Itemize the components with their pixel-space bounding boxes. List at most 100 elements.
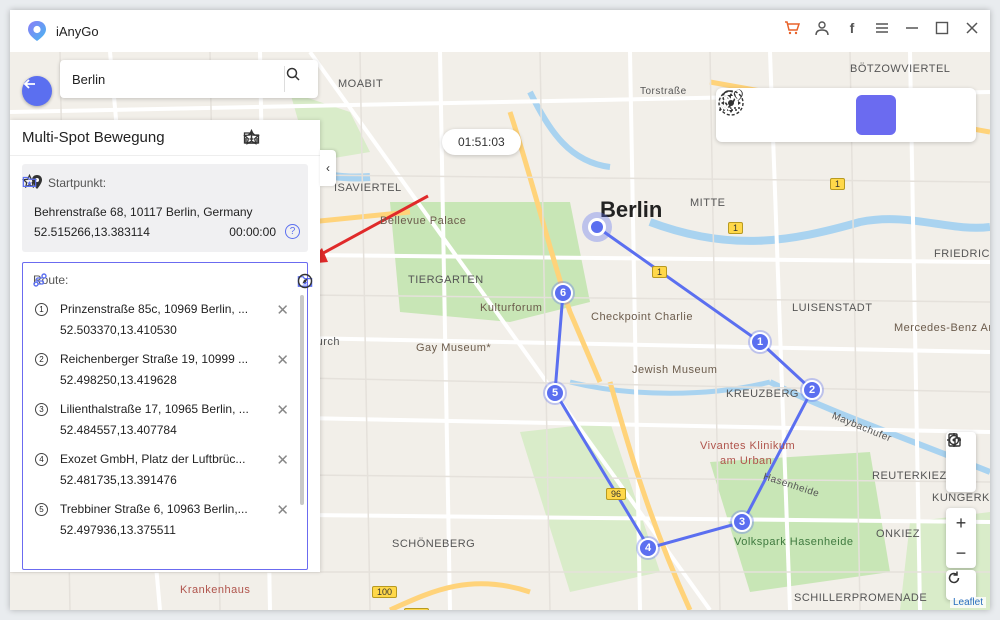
panel-title: Multi-Spot Bewegung <box>22 129 165 146</box>
maximize-icon[interactable] <box>934 20 950 36</box>
mode-toolbar <box>716 88 976 142</box>
remove-route-item-icon[interactable]: ✕ <box>276 501 289 519</box>
route-item-coords: 52.484557,13.407784 <box>60 423 177 437</box>
road-badge: 103 <box>404 608 430 610</box>
route-marker-4[interactable]: 4 <box>638 538 658 558</box>
map-label-vivantes: Vivantes Klinikum <box>700 440 796 452</box>
app-title: iAnyGo <box>56 23 99 39</box>
map-label-kulturforum: Kulturforum <box>480 302 543 314</box>
menu-icon[interactable] <box>874 20 890 36</box>
arrow-left-icon <box>23 79 35 89</box>
route-item-number: 2 <box>35 353 48 366</box>
route-marker-2[interactable]: 2 <box>802 380 822 400</box>
app-logo-icon <box>28 21 46 41</box>
road-badge: 1 <box>652 266 668 278</box>
map-label-torstrasse: Torstraße <box>640 86 687 97</box>
remove-route-item-icon[interactable]: ✕ <box>276 301 289 319</box>
remove-route-item-icon[interactable]: ✕ <box>276 451 289 469</box>
minimize-icon[interactable] <box>904 20 920 36</box>
map-label-botzowviertel: BÖTZOWVIERTEL <box>850 63 951 75</box>
back-button[interactable] <box>22 76 52 106</box>
start-point-label: Startpunkt: <box>48 176 107 190</box>
two-spot-mode-button[interactable] <box>719 89 836 135</box>
route-item-address: Prinzenstraße 85c, 10969 Berlin, ... <box>60 302 249 316</box>
map-label-friedrichshain: FRIEDRICH <box>934 248 990 260</box>
help-icon[interactable]: ? <box>285 224 300 239</box>
remove-route-item-icon[interactable]: ✕ <box>276 401 289 419</box>
map-label-schillerpromenade: SCHILLERPROMENADE <box>794 592 928 604</box>
route-item-address: Exozet GmbH, Platz der Luftbrüc... <box>60 452 246 466</box>
road-badge: 1 <box>728 222 744 234</box>
leaflet-attribution-link[interactable]: Leaflet <box>949 597 986 608</box>
road-badge: 100 <box>372 586 398 598</box>
route-item-address: Trebbiner Straße 6, 10963 Berlin,... <box>60 502 248 516</box>
map-label-schoneberg: SCHÖNEBERG <box>392 538 476 550</box>
zoom-in-button[interactable]: + <box>946 508 976 538</box>
map-label-krankenhaus: Krankenhaus <box>180 584 251 596</box>
locate-icon[interactable] <box>946 433 976 492</box>
folder-star-icon[interactable] <box>22 174 37 189</box>
route-list-item[interactable]: 3 Lilienthalstraße 17, 10965 Berlin, ...… <box>23 397 299 447</box>
route-list-item[interactable]: 4 Exozet GmbH, Platz der Luftbrüc... 52.… <box>23 447 299 497</box>
route-list-item[interactable]: 1 Prinzenstraße 85c, 10969 Berlin, ... 5… <box>23 297 299 347</box>
search-icon <box>286 67 300 81</box>
map-label-luisenstadt: LUISENSTADT <box>792 302 873 314</box>
route-item-coords: 52.498250,13.419628 <box>60 373 177 387</box>
window-controls: f <box>784 20 980 36</box>
remove-route-item-icon[interactable]: ✕ <box>276 351 289 369</box>
start-point-time: 00:00:00 <box>229 225 276 239</box>
collapse-panel-button[interactable]: ‹ <box>320 150 336 186</box>
road-badge: 96 <box>606 488 627 500</box>
route-marker-1[interactable]: 1 <box>750 332 770 352</box>
reset-icon[interactable] <box>946 570 976 600</box>
app-window: iAnyGo f Berlin MOABIT Torstraße ISAVIER… <box>10 10 990 610</box>
title-bar: iAnyGo f <box>10 10 990 52</box>
route-list-scrollbar[interactable] <box>300 295 304 505</box>
start-point-address: Behrenstraße 68, 10117 Berlin, Germany <box>34 205 253 219</box>
route-item-address: Lilienthalstraße 17, 10965 Berlin, ... <box>60 402 249 416</box>
cart-icon[interactable] <box>784 20 800 36</box>
import-folder-icon[interactable] <box>243 129 310 146</box>
facebook-icon[interactable]: f <box>844 20 860 36</box>
route-list-item[interactable]: 2 Reichenberger Straße 19, 10999 ... 52.… <box>23 347 299 397</box>
map-label-onkiez: ONKIEZ <box>876 528 920 540</box>
reset-control-box <box>946 570 976 600</box>
route-marker-5[interactable]: 5 <box>545 383 565 403</box>
close-icon[interactable] <box>964 20 980 36</box>
favorite-star-icon[interactable] <box>243 129 285 146</box>
map-label-tiergarten: TIERGARTEN <box>408 274 484 286</box>
zoom-control-box: + − <box>946 508 976 568</box>
route-item-address: Reichenberger Straße 19, 10999 ... <box>60 352 249 366</box>
map-label-bellevue: Bellevue Palace <box>380 215 467 227</box>
device-control-box <box>946 432 976 492</box>
multi-spot-mode-button[interactable] <box>719 89 896 135</box>
map-label-gay-museum: Gay Museum* <box>416 342 492 354</box>
panel-header: Multi-Spot Bewegung <box>10 120 320 156</box>
route-marker-6[interactable]: 6 <box>553 283 573 303</box>
zoom-out-button[interactable]: − <box>946 538 976 568</box>
map-label-mercedes: Mercedes-Benz Ar <box>894 322 990 334</box>
map-label-kreuzberg: KREUZBERG <box>726 388 799 400</box>
map-label-volkspark: Volkspark Hasenheide <box>734 536 854 548</box>
route-item-number: 4 <box>35 453 48 466</box>
search-input[interactable] <box>72 71 272 87</box>
map-label-kungerkiez: KUNGERK <box>932 492 990 504</box>
search-button[interactable] <box>284 66 318 92</box>
map-label-reuterkiez: REUTERKIEZ <box>872 470 947 482</box>
joystick-mode-button[interactable] <box>718 90 956 135</box>
start-point-marker[interactable] <box>582 212 612 242</box>
map-label-moabit: MOABIT <box>338 78 384 90</box>
start-point-coords: 52.515266,13.383114 <box>34 225 150 239</box>
map-view[interactable]: Berlin MOABIT Torstraße ISAVIERTEL Belle… <box>10 52 990 610</box>
timer-display: 01:51:03 <box>442 129 521 155</box>
route-list-item[interactable]: 5 Trebbiner Straße 6, 10963 Berlin,... 5… <box>23 497 299 547</box>
route-card: Route: 1 Prinzenstraße 85c, 10969 Berlin… <box>22 262 313 570</box>
map-label-jewish: Jewish Museum <box>632 364 718 376</box>
compass-icon[interactable] <box>297 273 313 289</box>
route-marker-3[interactable]: 3 <box>732 512 752 532</box>
map-label-am-urban: am Urban <box>720 455 773 467</box>
user-icon[interactable] <box>814 20 830 36</box>
search-bar <box>22 60 318 106</box>
road-badge: 1 <box>830 178 846 190</box>
route-item-number: 5 <box>35 503 48 516</box>
